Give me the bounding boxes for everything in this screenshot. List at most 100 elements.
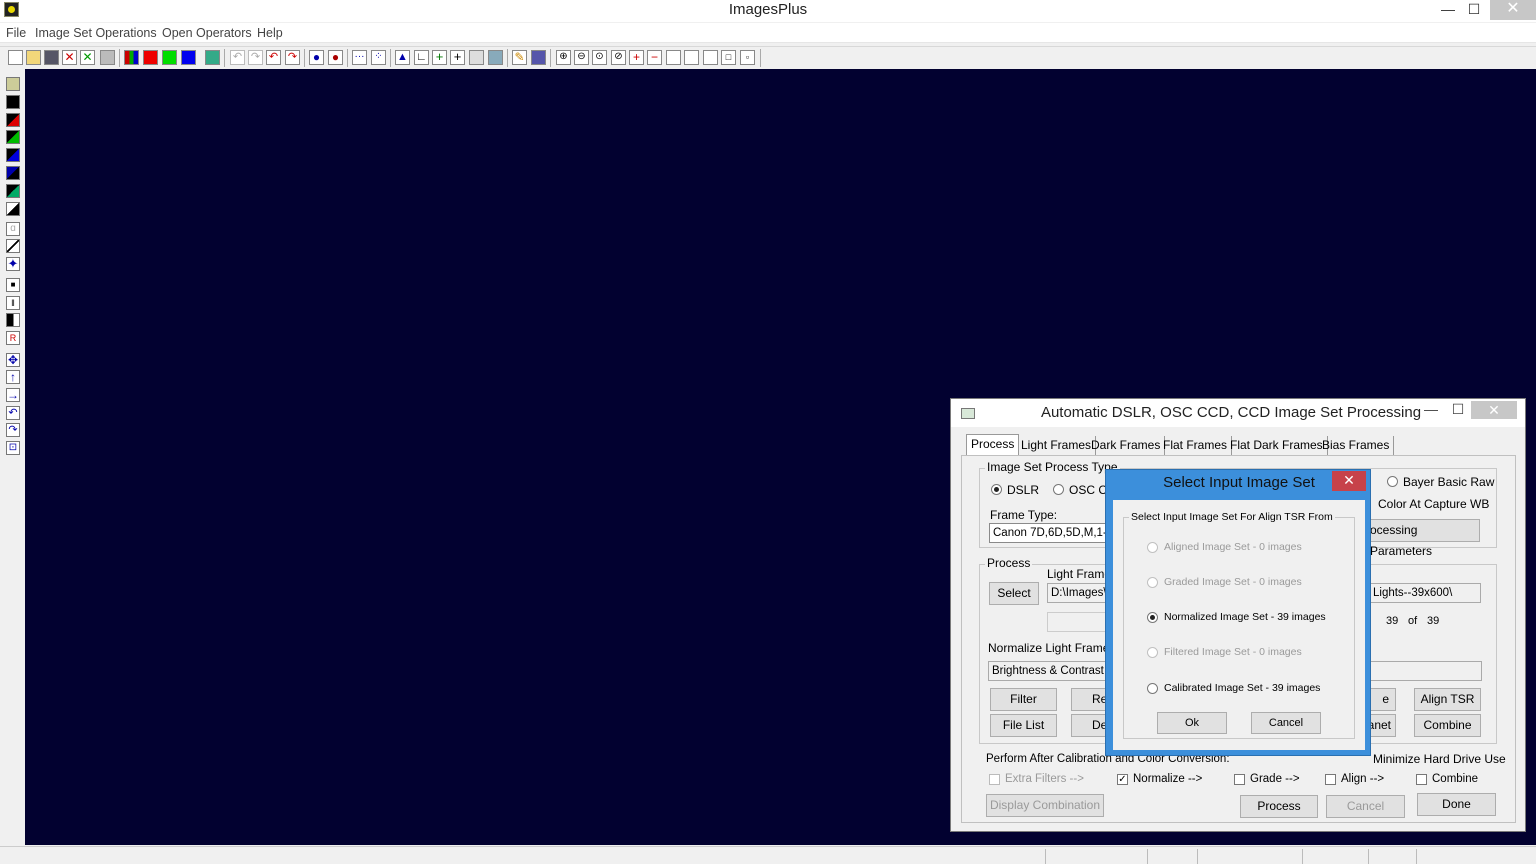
dslr-radio[interactable] bbox=[991, 484, 1002, 495]
add-frame-icon[interactable]: + bbox=[629, 50, 644, 65]
crosshair-icon[interactable]: + bbox=[450, 50, 465, 65]
open-file-icon[interactable] bbox=[26, 50, 41, 65]
normalize-checkbox[interactable]: ✓ bbox=[1117, 774, 1128, 785]
filtered-image-set-radio[interactable] bbox=[1147, 647, 1158, 658]
modal-cancel-button[interactable]: Cancel bbox=[1251, 712, 1321, 734]
menu-help[interactable]: Help bbox=[257, 26, 283, 40]
done-button[interactable]: Done bbox=[1417, 793, 1496, 816]
green-channel-icon[interactable] bbox=[162, 50, 177, 65]
processing-parameters-button[interactable]: ocessing Parameters bbox=[1361, 519, 1480, 558]
remove-frame-icon[interactable]: − bbox=[647, 50, 662, 65]
zoom-actual-icon[interactable]: ⊘ bbox=[611, 50, 626, 65]
lasso-icon[interactable]: ɑ bbox=[6, 222, 20, 236]
star-select-icon[interactable]: ● bbox=[309, 50, 324, 65]
star-tool-icon[interactable]: ✦ bbox=[6, 257, 20, 271]
close-button[interactable]: ✕ bbox=[1490, 0, 1536, 20]
grid-icon[interactable] bbox=[205, 50, 220, 65]
blue-channel-icon[interactable] bbox=[181, 50, 196, 65]
frame-icon-1[interactable] bbox=[666, 50, 681, 65]
bayer-basic-raw-radio[interactable] bbox=[1387, 476, 1398, 487]
dotted-line-icon[interactable]: ··· bbox=[352, 50, 367, 65]
tab-dark-frames[interactable]: Dark Frames bbox=[1087, 436, 1166, 455]
frame-icon-2[interactable] bbox=[684, 50, 699, 65]
zoom-fit-icon[interactable]: ⊙ bbox=[592, 50, 607, 65]
minimize-button[interactable]: — bbox=[1435, 0, 1461, 20]
table-icon[interactable] bbox=[469, 50, 484, 65]
camera-icon[interactable] bbox=[488, 50, 503, 65]
osc-radio[interactable] bbox=[1053, 484, 1064, 495]
arrow-right-icon[interactable]: → bbox=[6, 388, 20, 402]
green-tool-icon[interactable] bbox=[6, 130, 20, 144]
redo-icon[interactable]: ↷ bbox=[285, 50, 300, 65]
histogram-icon[interactable]: ▲ bbox=[395, 50, 410, 65]
pencil-icon[interactable]: ✎ bbox=[512, 50, 527, 65]
zoom-out-icon[interactable]: ⊖ bbox=[574, 50, 589, 65]
maximize-button[interactable]: ☐ bbox=[1461, 0, 1487, 20]
filter-button[interactable]: Filter bbox=[990, 688, 1057, 711]
tab-process[interactable]: Process bbox=[966, 434, 1020, 455]
line-tool-icon[interactable] bbox=[6, 239, 20, 253]
select-box-icon[interactable]: ■ bbox=[6, 278, 20, 292]
modal-close-button[interactable]: ✕ bbox=[1332, 471, 1366, 491]
tab-flat-dark-frames[interactable]: Flat Dark Frames bbox=[1226, 436, 1328, 455]
close-image-icon[interactable]: ✕ bbox=[62, 50, 77, 65]
bars-tool-icon[interactable]: ‖ bbox=[6, 296, 20, 310]
menu-image-set-operations[interactable]: Image Set Operations bbox=[35, 26, 157, 40]
normalize-method-field[interactable]: Brightness & Contrast - S bbox=[988, 661, 1118, 681]
align-checkbox[interactable] bbox=[1325, 774, 1336, 785]
dialog-close-button[interactable]: ✕ bbox=[1471, 401, 1517, 419]
redo-disabled-icon[interactable]: ↷ bbox=[248, 50, 263, 65]
combine-checkbox[interactable] bbox=[1416, 774, 1427, 785]
rgb-channels-icon[interactable] bbox=[124, 50, 139, 65]
extra-filters-checkbox[interactable] bbox=[989, 774, 1000, 785]
file-list-button[interactable]: File List bbox=[990, 714, 1057, 737]
process-button[interactable]: Process bbox=[1240, 795, 1318, 818]
tab-flat-frames[interactable]: Flat Frames bbox=[1159, 436, 1233, 455]
arrow-up-icon[interactable]: ↑ bbox=[6, 370, 20, 384]
channel-mix-icon[interactable] bbox=[6, 184, 20, 198]
normalize-field-right[interactable] bbox=[1369, 661, 1482, 681]
undo-icon[interactable]: ↶ bbox=[266, 50, 281, 65]
tab-bias-frames[interactable]: Bias Frames bbox=[1318, 436, 1395, 455]
normalized-image-set-radio[interactable] bbox=[1147, 612, 1158, 623]
light-frame-path-field-right[interactable]: Lights--39x600\ bbox=[1369, 583, 1481, 603]
blue-tool-icon[interactable] bbox=[6, 148, 20, 162]
zoom-in-icon[interactable]: ⊕ bbox=[556, 50, 571, 65]
frame-small-icon[interactable]: □ bbox=[721, 50, 736, 65]
select-button[interactable]: Select bbox=[989, 582, 1039, 605]
tab-light-frames[interactable]: Light Frames bbox=[1017, 436, 1097, 455]
new-file-icon[interactable] bbox=[8, 50, 23, 65]
flip-tool-icon[interactable]: ⊡ bbox=[6, 441, 20, 455]
calibrated-image-set-radio[interactable] bbox=[1147, 683, 1158, 694]
channel-tool-icon[interactable] bbox=[6, 166, 20, 180]
contrast-tool-icon[interactable] bbox=[6, 202, 20, 216]
frame-tiny-icon[interactable]: ▫ bbox=[740, 50, 755, 65]
rotate-right-icon[interactable]: ↷ bbox=[6, 423, 20, 437]
move-tool-icon[interactable]: ✥ bbox=[6, 353, 20, 367]
scatter-icon[interactable]: ⁘ bbox=[371, 50, 386, 65]
star-mark-icon[interactable]: ● bbox=[328, 50, 343, 65]
print-icon[interactable] bbox=[100, 50, 115, 65]
ok-button[interactable]: Ok bbox=[1157, 712, 1227, 734]
close-all-icon[interactable]: ✕ bbox=[80, 50, 95, 65]
curve-icon[interactable]: ∟ bbox=[414, 50, 429, 65]
dialog-maximize-button[interactable]: ☐ bbox=[1446, 401, 1470, 421]
frame-type-select[interactable]: Canon 7D,6D,5D,M,1-DX bbox=[989, 523, 1114, 543]
red-channel-icon[interactable] bbox=[143, 50, 158, 65]
menu-file[interactable]: File bbox=[6, 26, 26, 40]
rotate-left-icon[interactable]: ↶ bbox=[6, 406, 20, 420]
half-tool-icon[interactable] bbox=[6, 313, 20, 327]
undo-disabled-icon[interactable]: ↶ bbox=[230, 50, 245, 65]
save-tool-icon[interactable] bbox=[6, 77, 20, 91]
display-combination-button[interactable]: Display Combination bbox=[986, 794, 1104, 817]
crop-tool-icon[interactable]: R bbox=[6, 331, 20, 345]
crosshair-add-icon[interactable]: + bbox=[432, 50, 447, 65]
dialog-minimize-button[interactable]: — bbox=[1419, 401, 1443, 421]
grade-checkbox[interactable] bbox=[1234, 774, 1245, 785]
mosaic-icon[interactable] bbox=[531, 50, 546, 65]
frame-icon-3[interactable] bbox=[703, 50, 718, 65]
graded-image-set-radio[interactable] bbox=[1147, 577, 1158, 588]
align-tsr-button[interactable]: Align TSR bbox=[1414, 688, 1481, 711]
combine-button[interactable]: Combine bbox=[1414, 714, 1481, 737]
cancel-process-button[interactable]: Cancel bbox=[1326, 795, 1405, 818]
